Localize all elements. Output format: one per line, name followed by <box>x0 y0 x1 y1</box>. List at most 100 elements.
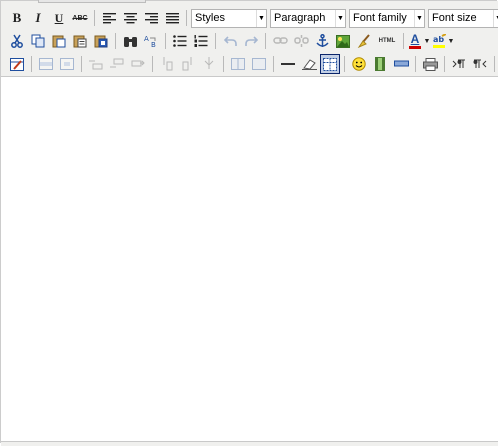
align-left-button[interactable] <box>99 8 119 28</box>
chevron-down-icon: ▼ <box>414 9 424 27</box>
find-replace-button[interactable]: AB <box>141 31 161 51</box>
font-color-dropdown[interactable]: ▼ <box>423 31 431 51</box>
visual-aid-icon <box>323 57 337 71</box>
clipboard-icon <box>52 35 66 48</box>
link-icon <box>272 37 288 44</box>
editor-status-bar <box>1 441 498 446</box>
paste-text-icon <box>73 35 87 48</box>
bullet-list-button[interactable] <box>170 31 190 51</box>
font-size-select[interactable]: Font size ▼ <box>428 8 498 28</box>
split-cells-button[interactable] <box>228 54 248 74</box>
chevron-down-icon: ▼ <box>493 9 498 27</box>
remove-format-button[interactable] <box>299 54 319 74</box>
split-cells-icon <box>231 58 245 70</box>
numbered-list-button[interactable] <box>191 31 211 51</box>
find-button[interactable] <box>120 31 140 51</box>
separator <box>444 56 445 72</box>
separator <box>94 10 95 26</box>
font-size-select-value: Font size <box>432 12 477 24</box>
link-button[interactable] <box>270 31 290 51</box>
insert-column-after-button[interactable] <box>178 54 198 74</box>
separator <box>186 10 187 26</box>
align-justify-button[interactable] <box>162 8 182 28</box>
align-center-icon <box>123 12 137 23</box>
redo-button[interactable] <box>241 31 261 51</box>
html-source-button[interactable]: HTML <box>375 31 399 51</box>
paste-word-button[interactable] <box>91 31 111 51</box>
copy-button[interactable] <box>28 31 48 51</box>
image-button[interactable] <box>333 31 353 51</box>
align-right-button[interactable] <box>141 8 161 28</box>
row-before-icon <box>89 60 103 70</box>
tab-strip <box>38 0 146 3</box>
chevron-down-icon: ▼ <box>423 37 431 45</box>
align-center-button[interactable] <box>120 8 140 28</box>
insert-table-button[interactable] <box>7 54 27 74</box>
bullet-list-icon <box>173 35 187 47</box>
replace-icon: AB <box>144 35 156 48</box>
undo-button[interactable] <box>220 31 240 51</box>
separator <box>265 33 266 49</box>
table-edit-icon <box>10 57 24 71</box>
rtl-icon <box>473 59 487 68</box>
delete-col-icon <box>204 57 214 69</box>
col-before-icon <box>163 57 173 71</box>
insert-column-before-button[interactable] <box>157 54 177 74</box>
visual-aid-button[interactable] <box>320 54 340 74</box>
strikethrough-button[interactable]: ABC <box>70 8 90 28</box>
merge-cells-button[interactable] <box>249 54 269 74</box>
editor-toolbar: B I U ABC Styles ▼ Paragraph ▼ Font family… <box>1 1 498 77</box>
paste-button[interactable] <box>49 31 69 51</box>
separator <box>223 56 224 72</box>
svg-text:A: A <box>144 35 149 43</box>
paragraph-select-value: Paragraph <box>274 12 326 24</box>
emoticons-button[interactable] <box>349 54 369 74</box>
delete-column-button[interactable] <box>199 54 219 74</box>
cell-props-icon <box>60 58 74 70</box>
redo-icon <box>244 36 258 46</box>
bold-button[interactable]: B <box>7 8 27 28</box>
delete-row-button[interactable] <box>128 54 148 74</box>
unlink-button[interactable] <box>291 31 311 51</box>
rich-text-editor: B I U ABC Styles ▼ Paragraph ▼ Font family… <box>0 0 498 446</box>
paste-text-button[interactable] <box>70 31 90 51</box>
strikethrough-label: ABC <box>72 14 88 22</box>
separator <box>415 56 416 72</box>
print-button[interactable] <box>420 54 440 74</box>
media-button[interactable] <box>370 54 390 74</box>
underline-button[interactable]: U <box>49 8 69 28</box>
cleanup-button[interactable] <box>354 31 374 51</box>
insert-layer-button[interactable] <box>391 54 411 74</box>
paragraph-select[interactable]: Paragraph ▼ <box>270 8 346 28</box>
ltr-direction-button[interactable] <box>449 54 469 74</box>
anchor-icon <box>315 34 329 47</box>
align-justify-icon <box>165 12 179 23</box>
anchor-button[interactable] <box>312 31 332 51</box>
styles-select[interactable]: Styles ▼ <box>191 8 267 28</box>
editor-content-area[interactable] <box>1 77 498 444</box>
horizontal-rule-button[interactable] <box>278 54 298 74</box>
cell-properties-button[interactable] <box>57 54 77 74</box>
toolbar-row-3 <box>7 53 498 75</box>
cut-button[interactable] <box>7 31 27 51</box>
smiley-icon <box>352 57 366 71</box>
font-family-select[interactable]: Font family ▼ <box>349 8 425 28</box>
rtl-direction-button[interactable] <box>470 54 490 74</box>
align-right-icon <box>144 12 158 23</box>
font-color-button[interactable]: A <box>408 31 422 51</box>
separator <box>81 56 82 72</box>
copy-icon <box>31 34 45 48</box>
styles-select-value: Styles <box>195 12 225 24</box>
image-icon <box>336 34 350 48</box>
font-family-select-value: Font family <box>353 12 407 24</box>
separator <box>344 56 345 72</box>
insert-row-after-button[interactable] <box>107 54 127 74</box>
chevron-down-icon: ▼ <box>335 9 345 27</box>
highlight-color-dropdown[interactable]: ▼ <box>447 31 455 51</box>
highlight-color-button[interactable]: ab <box>432 31 446 51</box>
printer-icon <box>422 57 438 71</box>
insert-row-before-button[interactable] <box>86 54 106 74</box>
row-properties-button[interactable] <box>36 54 56 74</box>
italic-button[interactable]: I <box>28 8 48 28</box>
ltr-icon <box>452 59 465 68</box>
